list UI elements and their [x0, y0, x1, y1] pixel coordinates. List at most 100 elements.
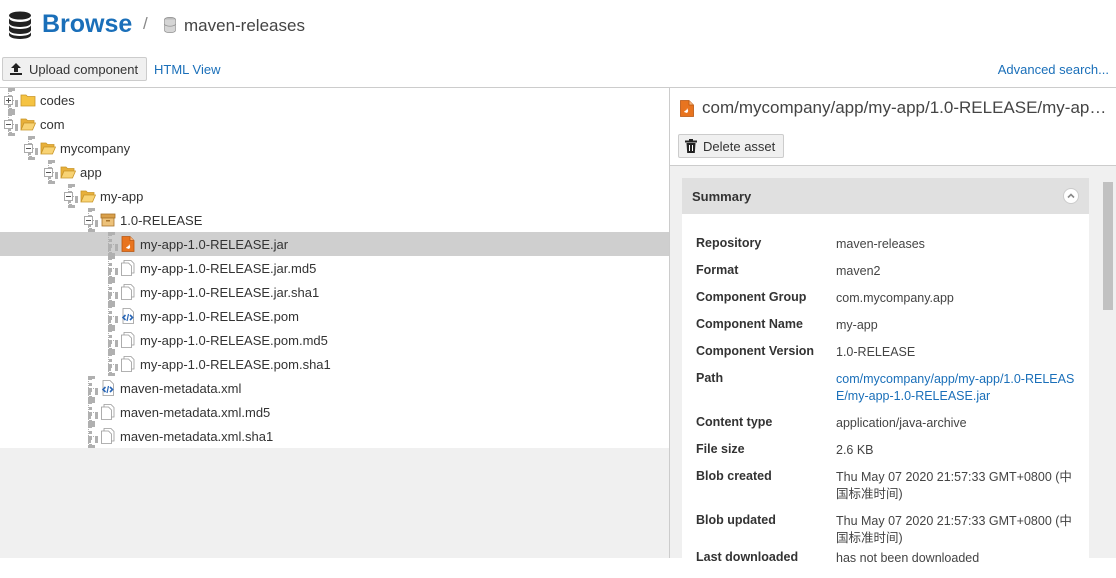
- database-icon: [9, 11, 31, 39]
- tree: codes com mycompany app my-app 1.0-RELEASE my-…: [0, 88, 669, 448]
- tree-node-label: my-app-1.0-RELEASE.pom.sha1: [140, 357, 331, 372]
- header: Browse / maven-releases: [0, 0, 1116, 52]
- folder-open-icon: [80, 188, 97, 204]
- scrollbar[interactable]: [1102, 182, 1114, 558]
- tree-node[interactable]: maven-metadata.xml.md5: [0, 400, 669, 424]
- advanced-search-link[interactable]: Advanced search...: [998, 62, 1109, 77]
- collapse-toggle[interactable]: [24, 144, 33, 153]
- property-key: File size: [696, 442, 745, 456]
- asset-path-title: com/mycompany/app/my-app/1.0-RELEASE/my-…: [702, 98, 1112, 117]
- xml-file-icon: [100, 380, 116, 396]
- tree-node[interactable]: my-app-1.0-RELEASE.jar: [0, 232, 669, 256]
- property-value: maven-releases: [836, 237, 925, 251]
- tree-node-label: maven-metadata.xml: [120, 381, 242, 396]
- upload-component-label: Upload component: [29, 61, 139, 77]
- tree-node[interactable]: my-app-1.0-RELEASE.pom: [0, 304, 669, 328]
- xml-file-icon: [120, 308, 136, 324]
- folder-open-icon: [40, 140, 57, 156]
- tree-connector: [108, 256, 112, 280]
- property-key: Component Group: [696, 290, 807, 304]
- upload-component-button[interactable]: Upload component: [2, 57, 148, 81]
- trash-icon: [685, 139, 697, 153]
- component-icon: [100, 212, 116, 228]
- file-icon: [120, 356, 136, 372]
- delete-asset-label: Delete asset: [703, 138, 776, 154]
- tree-node-label: mycompany: [60, 141, 131, 156]
- tree-node-label: my-app: [100, 189, 144, 204]
- expand-toggle[interactable]: [4, 96, 13, 105]
- property-value: 1.0-RELEASE: [836, 345, 916, 359]
- property-key: Path: [696, 371, 724, 385]
- detail-body: Summary Repository maven-releases Format ma…: [670, 166, 1116, 578]
- tree-connector: [88, 400, 92, 424]
- tree-node[interactable]: 1.0-RELEASE: [0, 208, 669, 232]
- tree-node-label: maven-metadata.xml.md5: [120, 405, 271, 420]
- repository-icon: [164, 17, 176, 33]
- tree-node[interactable]: maven-metadata.xml.sha1: [0, 424, 669, 448]
- breadcrumb-separator: /: [143, 14, 148, 33]
- jar-file-icon: [680, 100, 694, 117]
- property-key: Format: [696, 263, 739, 277]
- property-key: Content type: [696, 415, 773, 429]
- folder-icon: [20, 92, 36, 108]
- file-icon: [120, 332, 136, 348]
- chevron-up-icon: [1067, 193, 1075, 199]
- file-icon: [100, 428, 116, 444]
- tree-node-label: my-app-1.0-RELEASE.pom: [140, 309, 299, 324]
- tree-node[interactable]: my-app-1.0-RELEASE.jar.md5: [0, 256, 669, 280]
- delete-asset-button[interactable]: Delete asset: [678, 134, 785, 158]
- tree-node-label: my-app-1.0-RELEASE.jar.sha1: [140, 285, 320, 300]
- html-view-link[interactable]: HTML View: [154, 62, 220, 77]
- tree-node-label: app: [80, 165, 102, 180]
- property-key: Component Version: [696, 344, 815, 358]
- property-value: my-app: [836, 318, 878, 332]
- collapse-toggle[interactable]: [4, 120, 13, 129]
- collapse-toggle[interactable]: [84, 216, 93, 225]
- collapse-toggle[interactable]: [44, 168, 53, 177]
- tree-node[interactable]: app: [0, 160, 669, 184]
- property-value: Thu May 07 2020 21:57:33 GMT+0800 (中国标准时…: [836, 470, 1072, 501]
- tree-node[interactable]: maven-metadata.xml: [0, 376, 669, 400]
- tree-connector: [108, 304, 112, 328]
- breadcrumb-repository: maven-releases: [184, 16, 305, 35]
- collapse-button[interactable]: [1063, 188, 1079, 204]
- file-icon: [120, 260, 136, 276]
- property-value: maven2: [836, 264, 881, 278]
- tree-node[interactable]: my-app-1.0-RELEASE.pom.sha1: [0, 352, 669, 376]
- tree-panel: codes com mycompany app my-app 1.0-RELEASE my-…: [0, 88, 669, 558]
- upload-icon: [9, 62, 23, 76]
- path-link[interactable]: com/mycompany/app/my-app/1.0-RELEASE/my-…: [836, 371, 1081, 405]
- tree-node[interactable]: my-app-1.0-RELEASE.jar.sha1: [0, 280, 669, 304]
- tree-connector: [88, 376, 92, 400]
- folder-open-icon: [20, 116, 37, 132]
- property-value: 2.6 KB: [836, 443, 874, 457]
- tree-node[interactable]: my-app: [0, 184, 669, 208]
- tree-connector: [108, 352, 112, 376]
- folder-open-icon: [60, 164, 77, 180]
- tree-node-label: my-app-1.0-RELEASE.jar.md5: [140, 261, 317, 276]
- scrollbar-thumb[interactable]: [1103, 182, 1113, 310]
- toolbar: Upload component HTML View Advanced sear…: [0, 56, 1116, 86]
- property-key: Component Name: [696, 317, 803, 331]
- property-key: Blob updated: [696, 513, 776, 527]
- summary-header[interactable]: Summary: [682, 178, 1089, 214]
- tree-node-label: my-app-1.0-RELEASE.jar: [140, 237, 289, 252]
- tree-node[interactable]: codes: [0, 88, 669, 112]
- tree-connector: [88, 424, 92, 448]
- property-value: com.mycompany.app: [836, 291, 954, 305]
- tree-node[interactable]: my-app-1.0-RELEASE.pom.md5: [0, 328, 669, 352]
- tree-node[interactable]: mycompany: [0, 136, 669, 160]
- tree-node[interactable]: com: [0, 112, 669, 136]
- tree-connector: [108, 280, 112, 304]
- property-value: Thu May 07 2020 21:57:33 GMT+0800 (中国标准时…: [836, 514, 1072, 545]
- asset-detail-panel: com/mycompany/app/my-app/1.0-RELEASE/my-…: [670, 88, 1116, 578]
- tree-node-label: codes: [40, 93, 75, 108]
- file-icon: [120, 284, 136, 300]
- collapse-toggle[interactable]: [64, 192, 73, 201]
- tree-connector: [108, 232, 112, 256]
- property-key: Last downloaded: [696, 550, 799, 564]
- tree-node-label: maven-metadata.xml.sha1: [120, 429, 274, 444]
- page-title[interactable]: Browse: [42, 10, 132, 39]
- property-key: Repository: [696, 236, 762, 250]
- jar-file-icon: [120, 236, 136, 252]
